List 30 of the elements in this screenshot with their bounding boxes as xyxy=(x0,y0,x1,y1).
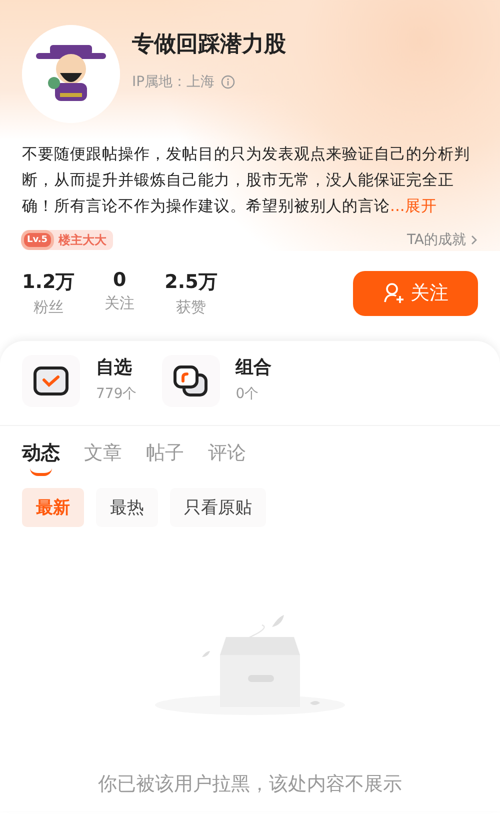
add-user-icon xyxy=(382,282,404,304)
stat-value: 1.2万 xyxy=(22,270,75,295)
ip-location: IP属地：上海 xyxy=(132,73,215,91)
tab[interactable]: 帖子 xyxy=(146,440,184,482)
stat-value: 2.5万 xyxy=(164,270,218,295)
collection-title[interactable]: 组合 xyxy=(236,355,272,379)
overlapping-squares-icon xyxy=(172,365,209,397)
stat-label: 关注 xyxy=(104,294,135,313)
empty-message: 你已被该用户拉黑，该处内容不展示 xyxy=(98,772,402,797)
expand-link[interactable]: ...展开 xyxy=(390,197,437,215)
stat-label: 粉丝 xyxy=(33,298,64,317)
filter-chip[interactable]: 最热 xyxy=(96,488,158,527)
collection-count: 0个 xyxy=(236,385,260,403)
stat-label: 获赞 xyxy=(176,298,206,317)
tab[interactable]: 动态 xyxy=(22,440,60,482)
level-badge: Lv.5 楼主大大 xyxy=(22,230,113,250)
info-icon[interactable] xyxy=(220,75,235,89)
chevron-right-icon xyxy=(470,234,478,246)
user-bio: 不要随便跟帖操作，发帖目的只为发表观点来验证自己的分析判断，从而提升并锻炼自己能力，股市无常，没人能保证完全正确！所有言论不作为操作建议。希望别被别人的言论...展开 xyxy=(22,144,471,217)
stat-value: 0 xyxy=(113,269,126,291)
filter-chip[interactable]: 最新 xyxy=(22,488,84,527)
achievements-link[interactable]: TA的成就 xyxy=(406,231,478,249)
tab[interactable]: 文章 xyxy=(84,440,122,482)
collection-count: 779个 xyxy=(96,385,137,403)
checked-box-icon xyxy=(33,366,69,396)
follow-button[interactable]: 关注 xyxy=(353,270,478,316)
filter-chip[interactable]: 只看原贴 xyxy=(170,488,266,527)
tab[interactable]: 评论 xyxy=(208,440,246,482)
collection-title[interactable]: 自选 xyxy=(96,355,137,379)
user-name: 专做回踩潜力股 xyxy=(132,31,286,59)
